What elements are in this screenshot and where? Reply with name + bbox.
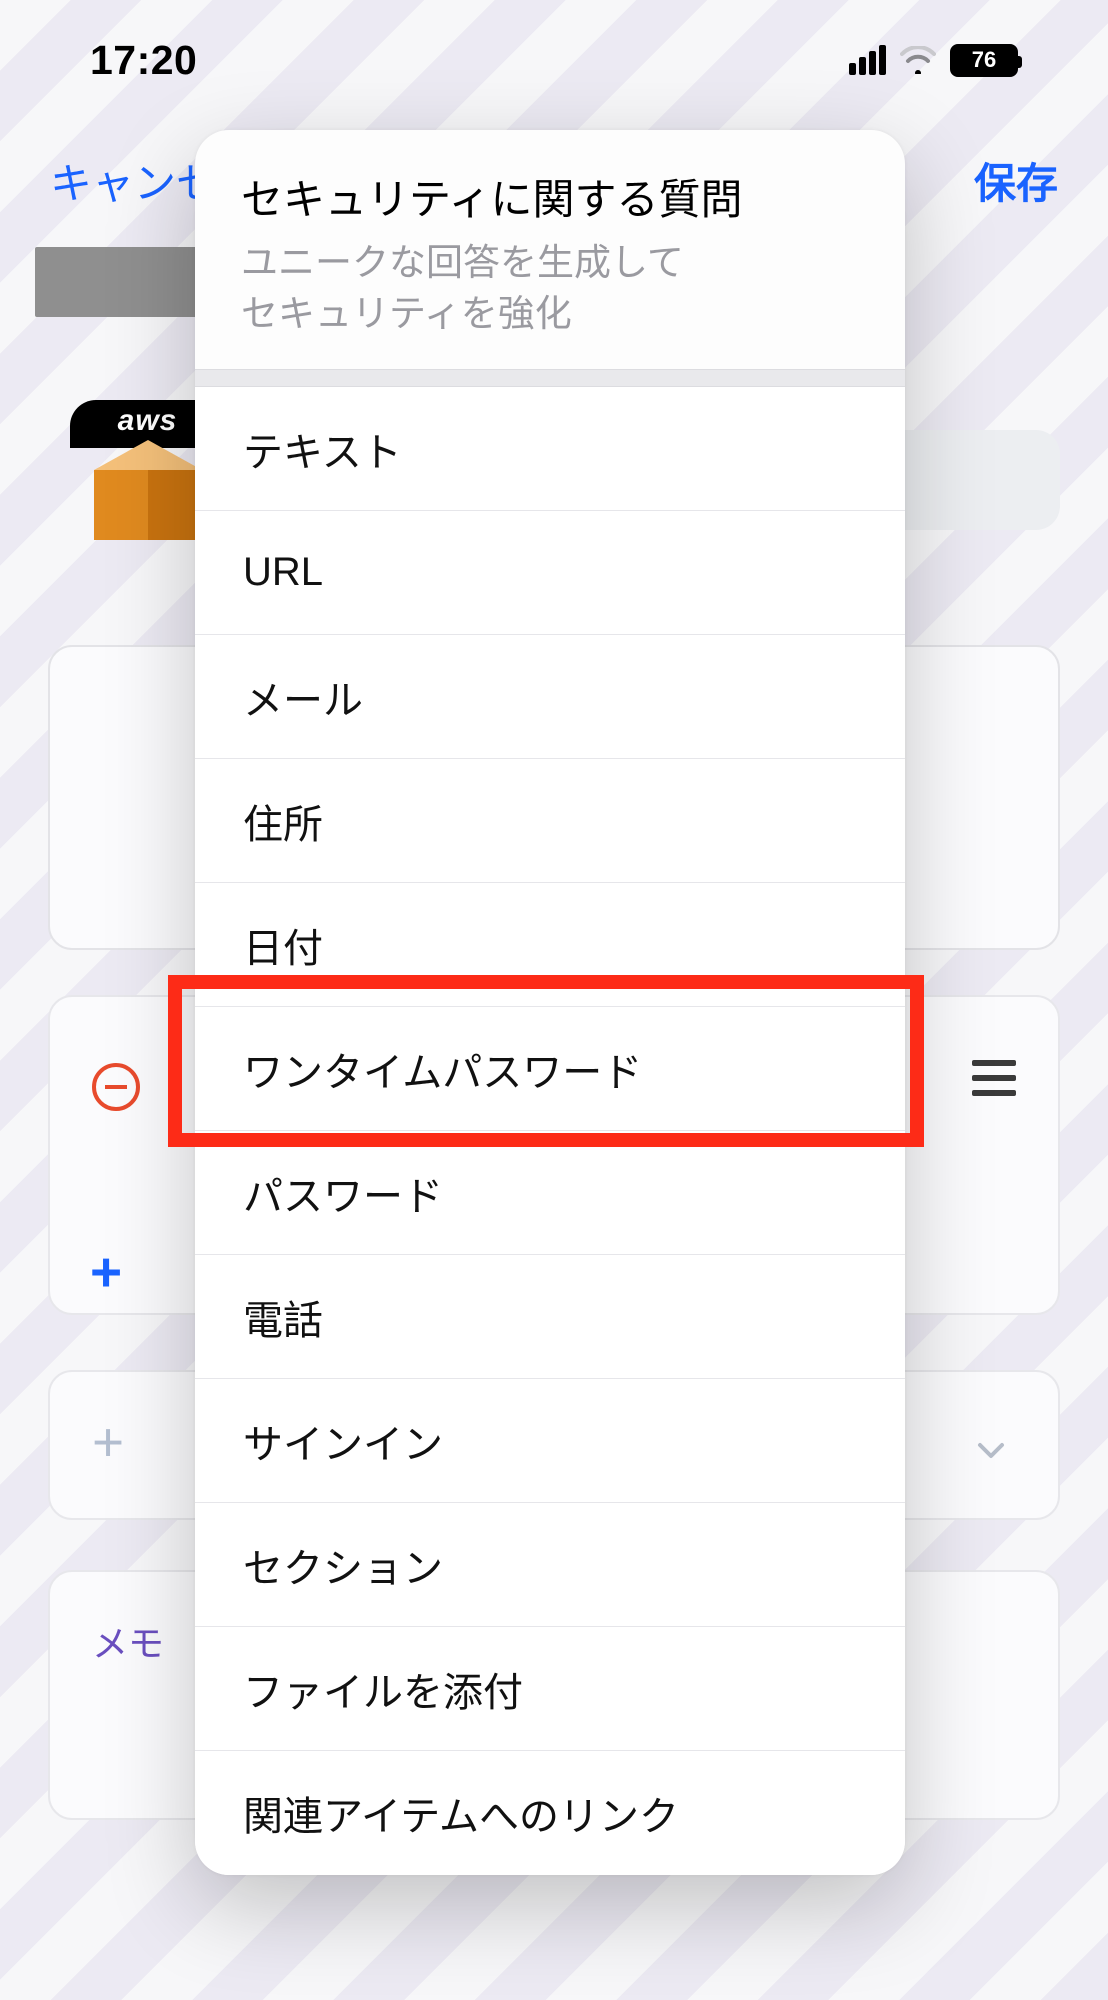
sheet-item-otp[interactable]: ワンタイムパスワード [195, 1007, 905, 1131]
memo-label: メモ [92, 1615, 164, 1667]
sheet-item-date[interactable]: 日付 [195, 883, 905, 1007]
sheet-item-attach-file[interactable]: ファイルを添付 [195, 1627, 905, 1751]
status-bar: 17:20 76 [0, 0, 1108, 120]
field-type-sheet: セキュリティに関する質問 ユニークな回答を生成して セキュリティを強化 テキスト… [195, 130, 905, 1875]
sheet-header-subtitle: ユニークな回答を生成して セキュリティを強化 [241, 237, 859, 339]
sheet-item-text[interactable]: テキスト [195, 387, 905, 511]
sheet-item-password[interactable]: パスワード [195, 1131, 905, 1255]
sheet-item-section[interactable]: セクション [195, 1503, 905, 1627]
sheet-item-url[interactable]: URL [195, 511, 905, 635]
add-section-icon[interactable]: + [92, 1415, 124, 1470]
sheet-header[interactable]: セキュリティに関する質問 ユニークな回答を生成して セキュリティを強化 [195, 130, 905, 369]
sheet-item-signin[interactable]: サインイン [195, 1379, 905, 1503]
sheet-separator [195, 369, 905, 387]
status-time: 17:20 [90, 37, 197, 84]
sheet-item-email[interactable]: メール [195, 635, 905, 759]
sheet-item-related-link[interactable]: 関連アイテムへのリンク [195, 1751, 905, 1875]
status-icons: 76 [849, 44, 1018, 77]
aws-cube-icon [94, 440, 202, 540]
battery-level: 76 [972, 47, 996, 73]
remove-field-icon[interactable] [92, 1063, 140, 1111]
cellular-signal-icon [849, 45, 886, 75]
sheet-item-phone[interactable]: 電話 [195, 1255, 905, 1379]
wifi-icon [900, 46, 936, 74]
sheet-header-title: セキュリティに関する質問 [241, 166, 859, 227]
battery-icon: 76 [950, 44, 1018, 77]
drag-handle-icon[interactable] [972, 1060, 1016, 1096]
add-field-icon[interactable]: + [90, 1245, 122, 1300]
chevron-down-icon[interactable] [976, 1435, 1006, 1465]
save-button[interactable]: 保存 [974, 150, 1058, 211]
sheet-item-address[interactable]: 住所 [195, 759, 905, 883]
